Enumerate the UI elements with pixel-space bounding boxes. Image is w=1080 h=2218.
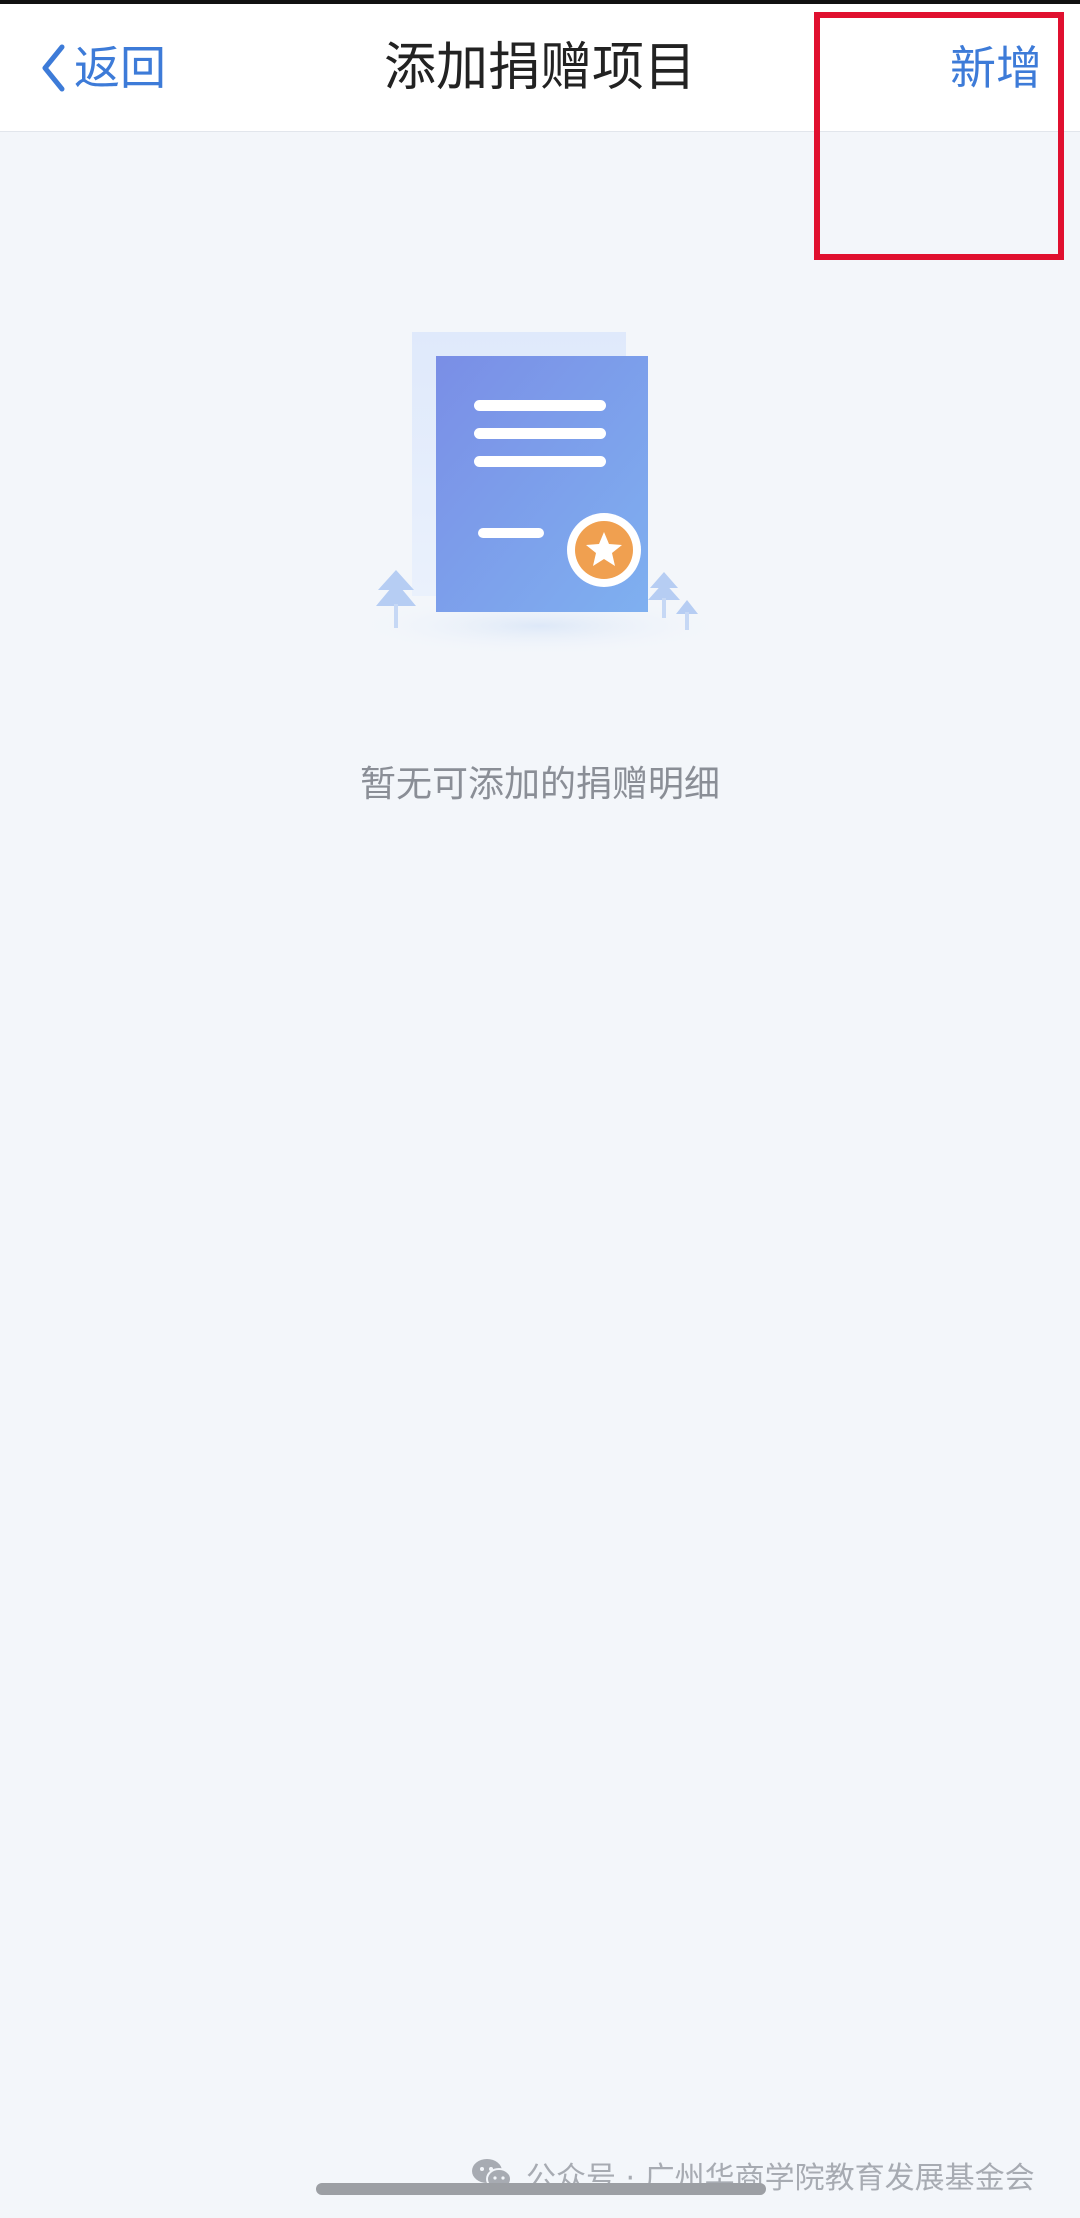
back-label: 返回 [74,41,166,95]
add-button[interactable]: 新增 [950,34,1042,102]
empty-state-illustration [350,320,740,660]
chevron-left-icon [42,44,65,92]
empty-state-message: 暂无可添加的捐赠明细 [359,764,720,805]
navigation-bar: 返回 添加捐赠项目 新增 [0,4,1080,132]
home-indicator[interactable] [316,2183,766,2195]
star-badge-icon [567,513,641,587]
back-button[interactable]: 返回 [40,34,166,102]
